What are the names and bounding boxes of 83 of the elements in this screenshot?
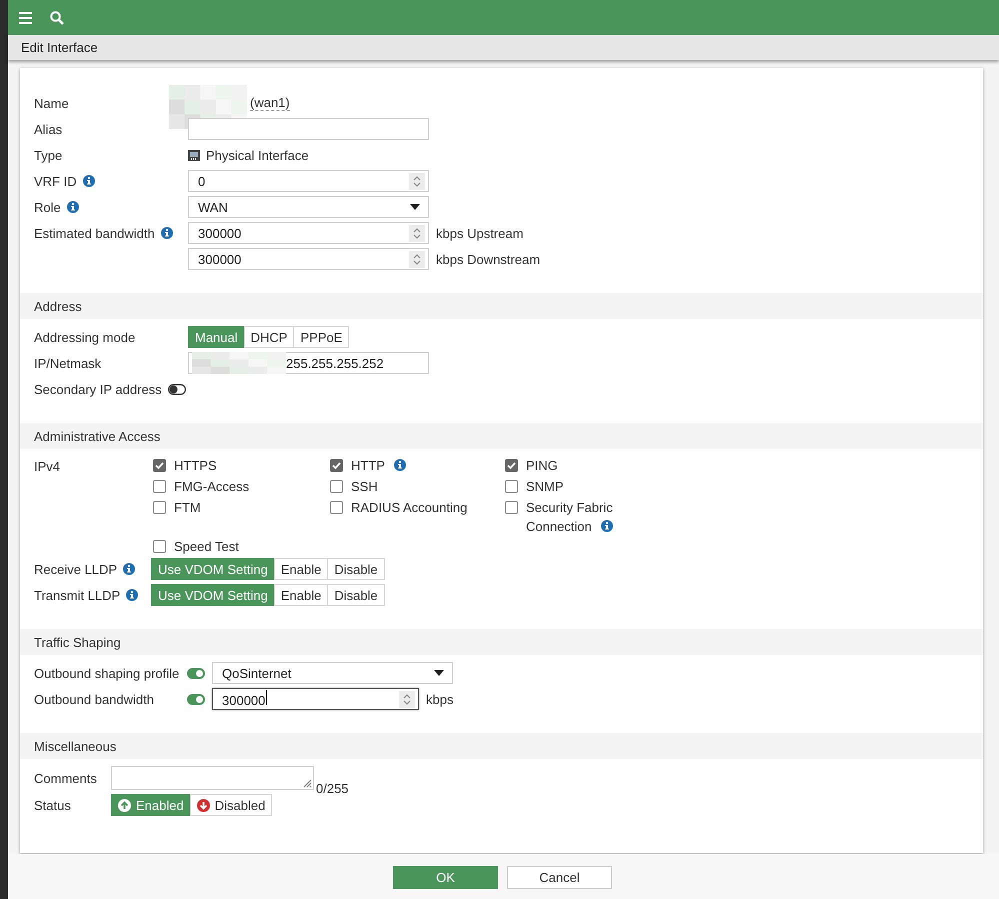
field-label: IPv4 <box>34 459 60 474</box>
section-header: Traffic Shaping <box>20 629 983 655</box>
interface-type: Physical Interface <box>206 148 309 162</box>
dropdown[interactable]: WAN <box>188 196 429 218</box>
field-label: Alias <box>34 122 62 136</box>
checkbox-label: FTM <box>174 500 201 515</box>
field-label: Outbound bandwidth <box>34 692 154 706</box>
number-field[interactable]: 300000 <box>212 688 419 710</box>
section-header: Miscellaneous <box>20 733 983 759</box>
checkbox[interactable] <box>505 480 518 493</box>
checkbox[interactable] <box>505 459 518 472</box>
check-icon <box>154 460 165 471</box>
field-label: Outbound shaping profile <box>34 666 180 680</box>
status-option[interactable]: Disabled <box>190 794 272 816</box>
segment-option[interactable]: Use VDOM Setting <box>151 558 275 580</box>
segment-option[interactable]: DHCP <box>244 326 294 348</box>
toggle-switch[interactable] <box>187 668 205 678</box>
cancel-button[interactable]: Cancel <box>507 866 612 889</box>
checkbox-label: FMG-Access <box>174 479 250 494</box>
checkbox[interactable] <box>153 540 166 553</box>
field-label: Role <box>34 200 61 214</box>
field-label: Status <box>34 798 71 812</box>
menu-icon[interactable] <box>19 12 32 24</box>
field-label: IP/Netmask <box>34 356 102 370</box>
checkbox-label: RADIUS Accounting <box>351 500 468 515</box>
section-header: Address <box>20 293 983 319</box>
checkbox[interactable] <box>505 501 518 514</box>
checkbox-label: HTTP <box>351 458 386 473</box>
segment-option[interactable]: Use VDOM Setting <box>151 584 275 606</box>
field-label: Name <box>34 96 69 110</box>
page-title: Edit Interface <box>8 35 999 60</box>
dropdown[interactable]: QoSinternet <box>212 662 453 684</box>
character-counter: 0/255 <box>316 781 349 796</box>
checkbox[interactable] <box>153 501 166 514</box>
field-label: Comments <box>34 770 97 786</box>
ok-button[interactable]: OK <box>393 866 498 889</box>
segment-option[interactable]: Manual <box>188 326 245 348</box>
interface-name: (wan1) <box>250 96 290 110</box>
toggle-switch[interactable] <box>168 384 186 394</box>
field-label: Addressing mode <box>34 330 136 344</box>
field-label: Secondary IP address <box>34 382 162 396</box>
arrow-up-icon <box>118 798 131 812</box>
comments-field[interactable] <box>111 766 314 790</box>
number-field[interactable]: 300000 <box>188 222 429 244</box>
status-option[interactable]: Enabled <box>111 794 191 816</box>
resize-handle[interactable] <box>303 779 312 788</box>
number-field[interactable]: 0 <box>188 170 429 192</box>
text-field[interactable]: 255.255.255.252 <box>188 352 429 374</box>
field-label: Type <box>34 148 62 162</box>
number-field[interactable]: 300000 <box>188 248 429 270</box>
checkbox-label: SSH <box>351 479 378 494</box>
checkbox-label: HTTPS <box>174 458 217 473</box>
section-header: Administrative Access <box>20 423 983 449</box>
arrow-down-icon <box>196 798 210 812</box>
checkbox-label: Speed Test <box>174 539 239 554</box>
text-field[interactable] <box>188 118 429 140</box>
field-label: Transmit LLDP <box>34 588 120 602</box>
caret-icon <box>434 670 444 676</box>
checkbox-label: Security Fabric Connection <box>526 500 613 534</box>
unit-label: kbps Upstream <box>436 226 524 240</box>
checkbox[interactable] <box>330 480 343 493</box>
checkbox[interactable] <box>153 480 166 493</box>
checkbox[interactable] <box>153 459 166 472</box>
caret-icon <box>410 204 420 210</box>
segment-option[interactable]: Enable <box>274 584 328 606</box>
checkbox-label: SNMP <box>526 479 564 494</box>
segment-option[interactable]: Enable <box>274 558 328 580</box>
checkbox[interactable] <box>330 459 343 472</box>
unit-label: kbps Downstream <box>436 252 540 266</box>
checkbox-label: PING <box>526 458 558 473</box>
segment-option[interactable]: Disable <box>327 584 385 606</box>
search-icon[interactable] <box>50 10 64 24</box>
segment-option[interactable]: Disable <box>327 558 385 580</box>
field-label: Estimated bandwidth <box>34 226 155 240</box>
check-icon <box>331 460 342 471</box>
segment-option[interactable]: PPPoE <box>293 326 350 348</box>
field-label: Receive LLDP <box>34 562 118 576</box>
field-label: VRF ID <box>34 174 77 188</box>
checkbox[interactable] <box>330 501 343 514</box>
check-icon <box>506 460 517 471</box>
network-port-icon <box>188 150 200 160</box>
toggle-switch[interactable] <box>187 694 205 704</box>
unit-label: kbps <box>426 692 454 706</box>
